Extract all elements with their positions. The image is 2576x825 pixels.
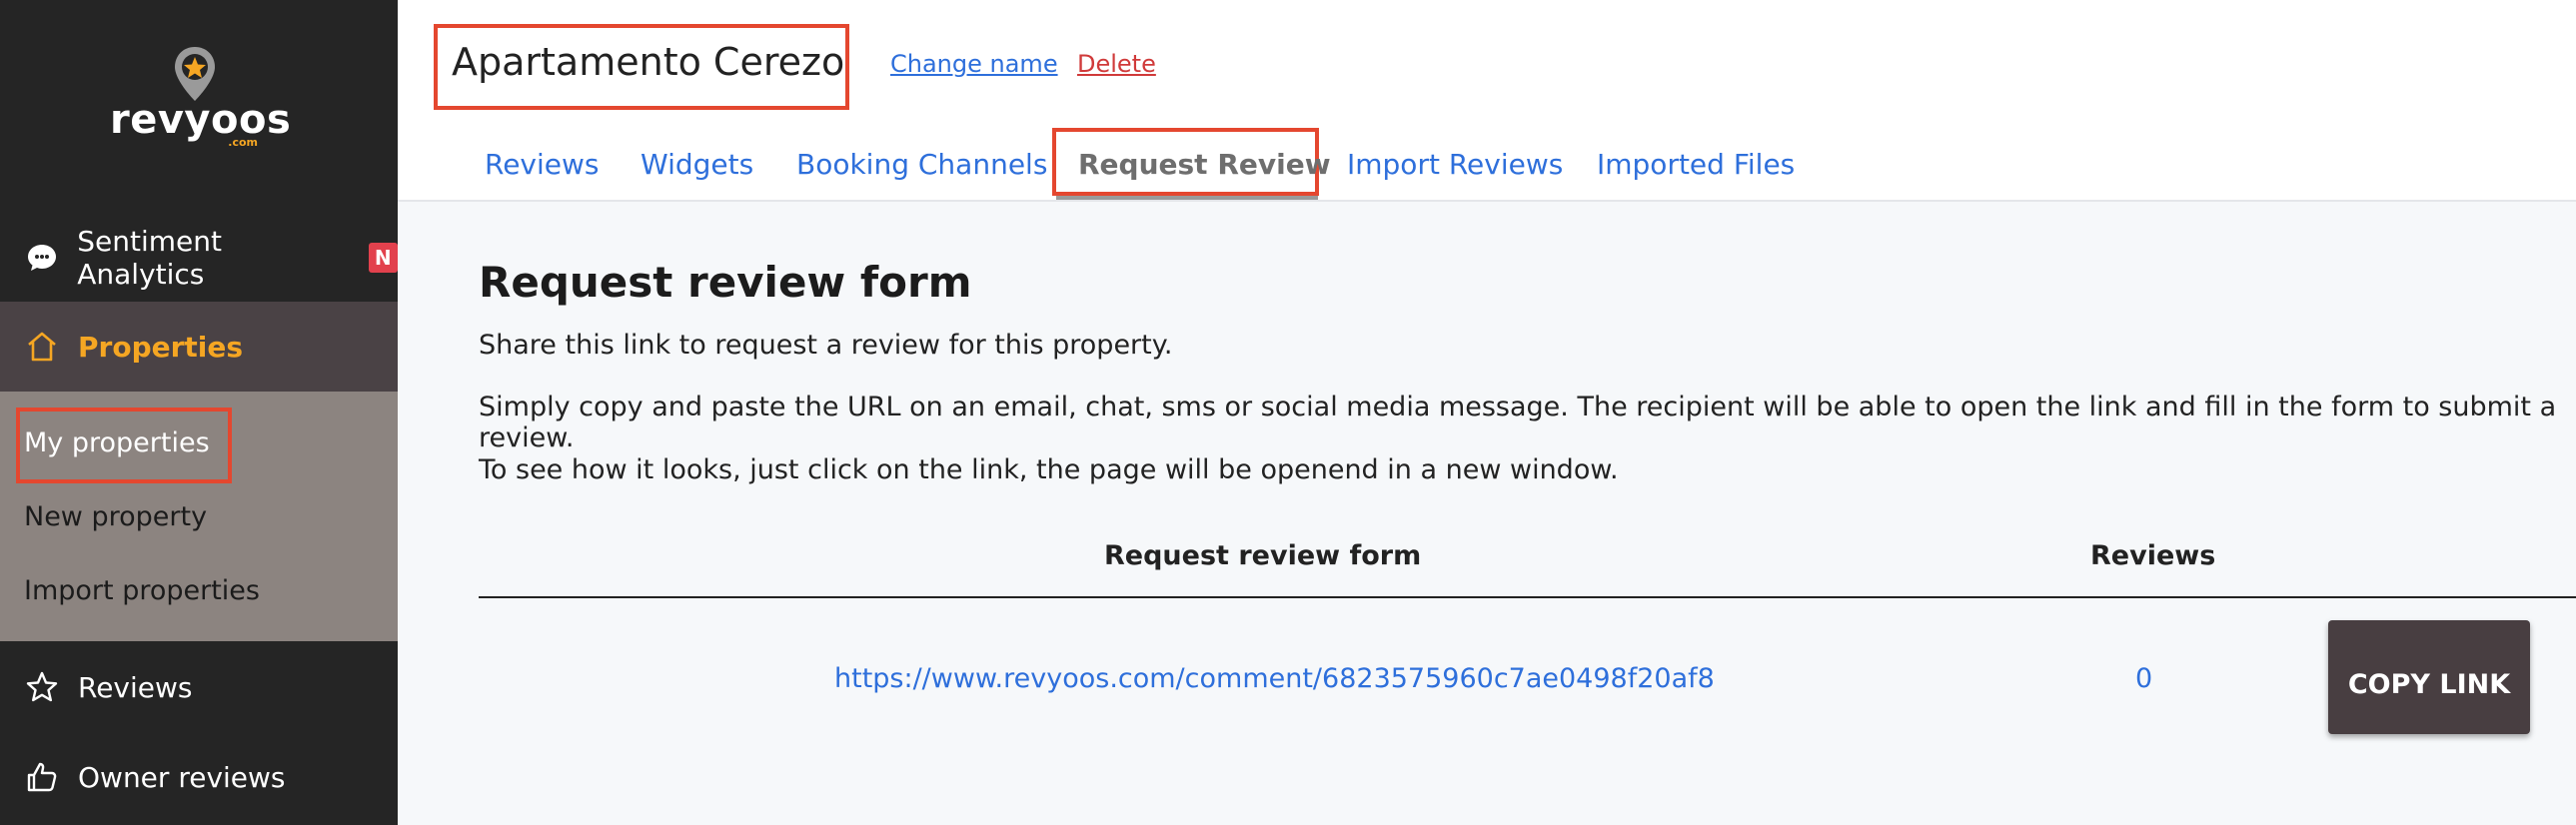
- column-header-request-form: Request review form: [1104, 540, 1422, 571]
- page-title: Request review form: [479, 258, 972, 307]
- description-paragraph: Simply copy and paste the URL on an emai…: [479, 392, 2557, 453]
- brand-logo[interactable]: revyoos .com: [110, 45, 291, 155]
- delete-link[interactable]: Delete: [1077, 50, 1156, 78]
- active-tab-indicator: [1056, 196, 1318, 200]
- sidebar-item-label: Reviews: [78, 670, 193, 704]
- sidebar-item-properties[interactable]: Properties: [0, 302, 398, 392]
- tab-widgets[interactable]: Widgets: [641, 148, 753, 181]
- sidebar: revyoos .com Sentiment Analytics N Prope…: [0, 0, 399, 825]
- tab-request-review[interactable]: Request Review: [1078, 148, 1331, 181]
- map-pin-icon: [175, 47, 215, 101]
- submenu-item-import-properties[interactable]: Import properties: [24, 575, 260, 606]
- sidebar-item-reviews[interactable]: Reviews: [0, 657, 398, 717]
- review-form-url-link[interactable]: https://www.revyoos.com/comment/68235759…: [834, 663, 1715, 694]
- submenu-item-new-property[interactable]: New property: [24, 501, 207, 532]
- description-paragraph: To see how it looks, just click on the l…: [479, 454, 1619, 485]
- tab-import-reviews[interactable]: Import Reviews: [1347, 148, 1563, 181]
- home-icon: [22, 327, 62, 367]
- new-badge: N: [368, 243, 399, 273]
- sidebar-item-label: Sentiment Analytics: [77, 225, 222, 291]
- description-paragraph: Share this link to request a review for …: [479, 330, 1173, 361]
- chat-bubble-icon: [22, 238, 61, 278]
- tab-booking-channels[interactable]: Booking Channels: [796, 148, 1047, 181]
- brand-tld: .com: [228, 136, 258, 149]
- thumbs-up-icon: [22, 757, 62, 797]
- copy-link-button[interactable]: COPY LINK: [2328, 620, 2530, 734]
- sidebar-item-label: Owner reviews: [78, 760, 286, 794]
- tab-reviews[interactable]: Reviews: [485, 148, 600, 181]
- change-name-link[interactable]: Change name: [890, 50, 1058, 78]
- properties-submenu: My properties New property Import proper…: [0, 392, 398, 641]
- sidebar-item-owner-reviews[interactable]: Owner reviews: [0, 747, 398, 807]
- reviews-count[interactable]: 0: [2135, 663, 2152, 694]
- property-title: Apartamento Cerezo: [452, 40, 845, 84]
- tab-imported-files[interactable]: Imported Files: [1597, 148, 1795, 181]
- table-divider: [479, 596, 2576, 598]
- sidebar-item-label: Properties: [78, 330, 244, 364]
- star-icon: [22, 667, 62, 707]
- sidebar-item-sentiment-analytics[interactable]: Sentiment Analytics N: [0, 225, 399, 291]
- column-header-reviews: Reviews: [2090, 540, 2216, 571]
- submenu-item-my-properties[interactable]: My properties: [24, 427, 210, 458]
